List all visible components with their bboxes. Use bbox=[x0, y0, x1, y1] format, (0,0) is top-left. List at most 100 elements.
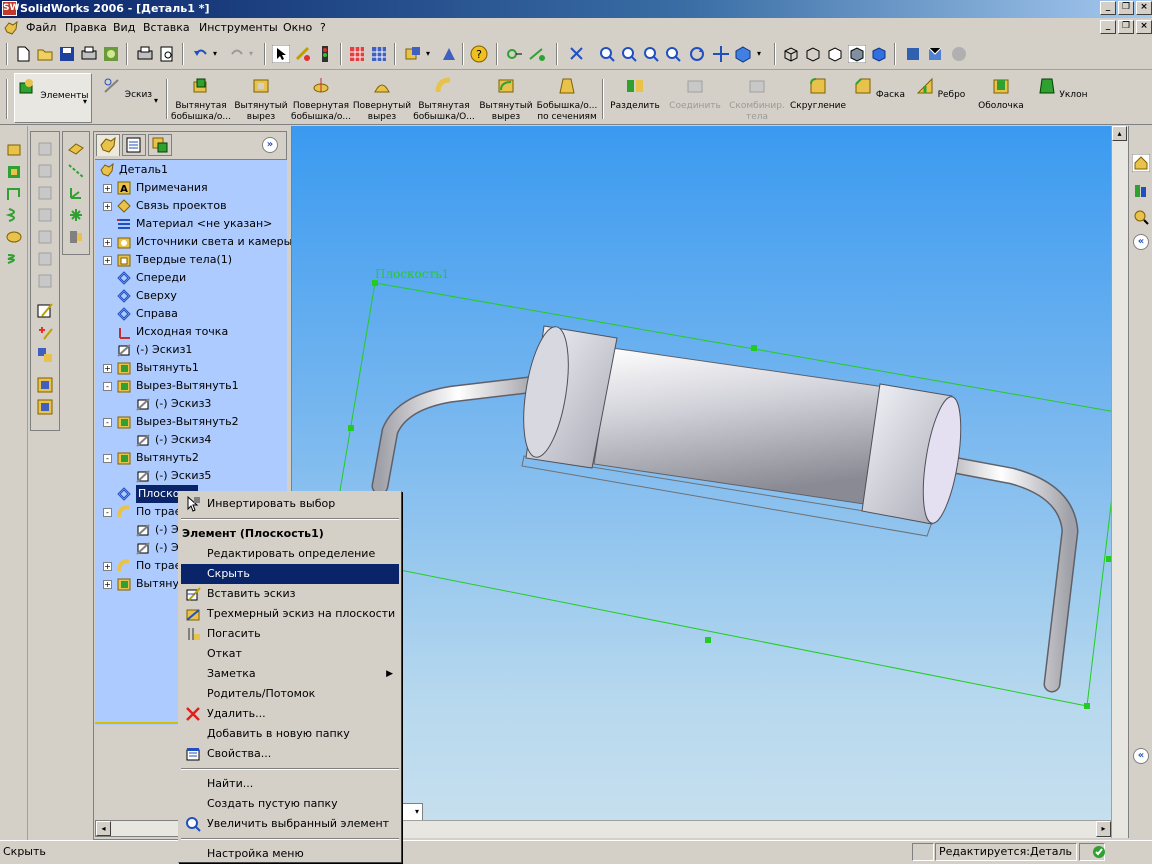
expand-icon[interactable]: + bbox=[103, 184, 112, 193]
redo-icon[interactable] bbox=[228, 45, 246, 63]
right-lead-wire[interactable] bbox=[925, 454, 1078, 691]
menu-item-12[interactable]: Добавить в новую папку bbox=[181, 724, 399, 744]
draft-button[interactable]: Уклон bbox=[1032, 73, 1092, 123]
solidworks-app-icon[interactable]: SW bbox=[2, 1, 19, 16]
menu-item-11[interactable]: Удалить... bbox=[181, 704, 399, 724]
plane-handle[interactable] bbox=[751, 345, 757, 351]
restore-button[interactable]: ❐ bbox=[1118, 1, 1134, 15]
plane-handle[interactable] bbox=[348, 425, 354, 431]
extruded-cut-icon[interactable] bbox=[5, 163, 23, 181]
disabled-cube-icon[interactable] bbox=[36, 206, 54, 224]
graphics-viewport[interactable]: Плоскость1 bbox=[291, 126, 1111, 838]
zoom-selection-icon[interactable] bbox=[664, 45, 682, 63]
instant3d-icon[interactable] bbox=[36, 398, 54, 416]
rebuild-icon[interactable] bbox=[294, 45, 312, 63]
swept-cut-button[interactable]: Вытянутый вырез bbox=[476, 73, 536, 123]
menu-view[interactable]: Вид bbox=[113, 21, 135, 34]
sweep-path-icon[interactable] bbox=[5, 185, 23, 203]
disabled-cube-icon[interactable] bbox=[36, 162, 54, 180]
menu-item-3[interactable]: Редактировать определение bbox=[181, 544, 399, 564]
sketch-tool-icon[interactable] bbox=[528, 45, 546, 63]
hidden-lines-removed-icon[interactable] bbox=[826, 45, 844, 63]
zoom-to-fit-icon[interactable] bbox=[598, 45, 616, 63]
disabled-cube-icon[interactable] bbox=[36, 140, 54, 158]
home-icon[interactable] bbox=[1132, 154, 1150, 172]
sketch-relations-icon[interactable] bbox=[506, 45, 524, 63]
shell-button[interactable]: Оболочка bbox=[970, 73, 1032, 123]
plane-handle[interactable] bbox=[705, 637, 711, 643]
disabled-cube-icon[interactable] bbox=[36, 250, 54, 268]
swept-boss-button[interactable]: Вытянутая бобышка/О... bbox=[412, 73, 476, 123]
menu-tools[interactable]: Инструменты bbox=[199, 21, 278, 34]
pan-icon[interactable] bbox=[712, 45, 730, 63]
rebuild-status-icon[interactable] bbox=[1092, 845, 1106, 859]
expand-icon[interactable]: + bbox=[103, 562, 112, 571]
options-icon[interactable] bbox=[102, 45, 120, 63]
shaded-icon[interactable] bbox=[870, 45, 888, 63]
collapse-icon[interactable]: - bbox=[103, 382, 112, 391]
expand-icon[interactable]: + bbox=[103, 364, 112, 373]
sketch-edit-icon[interactable] bbox=[36, 302, 54, 320]
mode-sketch-dropdown-icon[interactable]: ▾ bbox=[154, 95, 158, 106]
left-lead-wire[interactable] bbox=[373, 377, 544, 493]
menu-item-9[interactable]: Заметка ▶ bbox=[181, 664, 399, 684]
menu-item-16[interactable]: Создать пустую папку bbox=[181, 794, 399, 814]
fillet-button[interactable]: Скругление bbox=[788, 73, 848, 123]
plane-handle[interactable] bbox=[1084, 703, 1090, 709]
collapse-task-pane-chevron-icon[interactable]: « bbox=[1133, 234, 1149, 250]
helix-icon[interactable] bbox=[5, 206, 23, 224]
menu-item-7[interactable]: Погасить bbox=[181, 624, 399, 644]
scroll-right-button[interactable]: ▸ bbox=[1096, 821, 1111, 837]
model-canvas[interactable]: Плоскость1 bbox=[292, 126, 1111, 838]
previous-view-icon[interactable] bbox=[568, 45, 586, 63]
disabled-cube-icon[interactable] bbox=[36, 228, 54, 246]
menu-item-10[interactable]: Родитель/Потомок bbox=[181, 684, 399, 704]
reference-point-icon[interactable] bbox=[67, 206, 85, 224]
mode-features-dropdown-icon[interactable]: ▾ bbox=[83, 96, 87, 107]
doc-minimize-button[interactable]: _ bbox=[1100, 20, 1116, 34]
mode-features-button[interactable]: Элементы ▾ bbox=[14, 73, 92, 123]
point-sketch-icon[interactable] bbox=[36, 324, 54, 342]
split-button[interactable]: Разделить bbox=[606, 73, 664, 123]
component-icon[interactable] bbox=[404, 45, 422, 63]
menu-file[interactable]: Файл bbox=[26, 21, 56, 34]
menu-item-13[interactable]: Свойства... bbox=[181, 744, 399, 764]
menu-item-8[interactable]: Откат bbox=[181, 644, 399, 664]
rib-button[interactable]: Ребро bbox=[910, 73, 970, 123]
scroll-up-button[interactable]: ▴ bbox=[1112, 126, 1127, 141]
new-document-icon[interactable] bbox=[14, 45, 32, 63]
menu-item-15[interactable]: Найти... bbox=[181, 774, 399, 794]
revolved-boss-button[interactable]: Повернутая бобышка/о... bbox=[290, 73, 352, 123]
collapse-icon[interactable]: - bbox=[103, 454, 112, 463]
disabled-cube-icon[interactable] bbox=[36, 184, 54, 202]
open-folder-icon[interactable] bbox=[36, 45, 54, 63]
section-view-icon[interactable] bbox=[904, 45, 922, 63]
hidden-lines-visible-icon[interactable] bbox=[804, 45, 822, 63]
plane-label[interactable]: Плоскость1 bbox=[375, 267, 449, 281]
undo-icon[interactable] bbox=[192, 45, 210, 63]
orientation-icon[interactable] bbox=[734, 45, 752, 63]
design-library-icon[interactable] bbox=[1132, 182, 1150, 200]
menu-item-5[interactable]: Вставить эскиз bbox=[181, 584, 399, 604]
zoom-in-out-icon[interactable] bbox=[642, 45, 660, 63]
close-button[interactable]: × bbox=[1136, 1, 1152, 15]
print-preview-icon[interactable] bbox=[158, 45, 176, 63]
combine-bodies-button[interactable]: Скомбинир. тела bbox=[726, 73, 788, 123]
tab-feature-tree[interactable] bbox=[96, 134, 120, 156]
menu-item-0[interactable]: Инвертировать выбор bbox=[181, 494, 399, 514]
combine-button[interactable]: Соединить bbox=[664, 73, 726, 123]
expand-panel-chevron-icon[interactable]: » bbox=[262, 137, 278, 153]
expand-icon[interactable]: + bbox=[103, 238, 112, 247]
spring-icon[interactable] bbox=[5, 250, 23, 268]
viewport-vertical-scrollbar[interactable]: ▴ bbox=[1111, 126, 1128, 838]
menu-window[interactable]: Окно bbox=[283, 21, 312, 34]
tab-configuration-manager[interactable] bbox=[148, 134, 172, 156]
menu-item-4[interactable]: Скрыть bbox=[181, 564, 399, 584]
solidworks-logo-icon[interactable] bbox=[3, 20, 19, 36]
disabled-cube-icon[interactable] bbox=[36, 272, 54, 290]
extruded-cut-button[interactable]: Вытянутый вырез bbox=[232, 73, 290, 123]
feature-icon[interactable] bbox=[440, 45, 458, 63]
plane1-outline[interactable] bbox=[328, 282, 1111, 707]
axis-icon[interactable] bbox=[67, 162, 85, 180]
task-pane-bottom-chevron-icon[interactable]: « bbox=[1133, 748, 1149, 764]
